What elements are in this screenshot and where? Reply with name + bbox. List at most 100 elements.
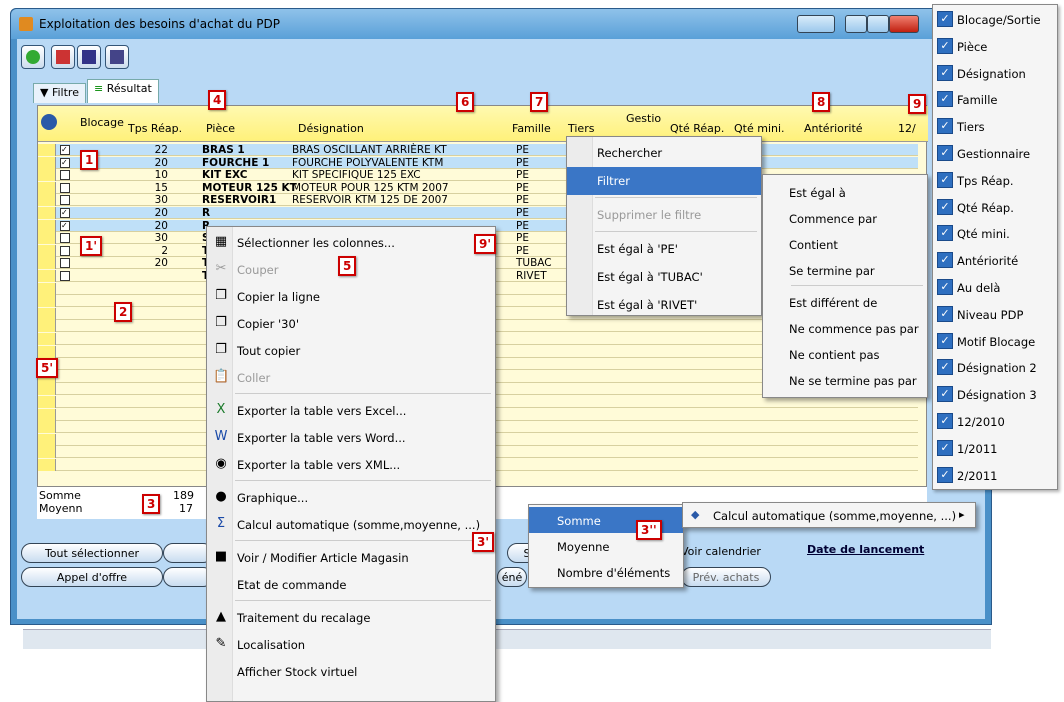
gene-button[interactable]: éné [497,567,527,587]
ok-icon[interactable] [21,45,45,69]
header-blocage[interactable]: Blocage [80,116,124,129]
row-selector[interactable] [38,433,56,446]
ctx-item-4[interactable]: ❐ Tout copier [207,337,495,364]
ctx-item-6[interactable]: X Exporter la table vers Excel... [207,397,495,424]
tout-selectionner-button[interactable]: Tout sélectionner [21,543,163,563]
header-menu-item-2[interactable]: Supprimer le filtre [567,201,761,229]
blocage-checkbox[interactable]: ✓ [60,157,70,168]
tab-filtre[interactable]: ▼ Filtre [33,83,86,103]
column-option[interactable]: ✓ Qté Réap. [933,195,1057,222]
blocage-checkbox[interactable] [60,233,70,244]
filter-item-5[interactable]: Ne commence pas par [763,315,927,341]
ctx-item-2[interactable]: ❐ Copier la ligne [207,283,495,310]
column-option[interactable]: ✓ Antériorité [933,248,1057,275]
ctx-item-13[interactable]: ▲ Traitement du recalage [207,604,495,631]
blocage-checkbox[interactable] [60,195,70,206]
column-chooser-icon[interactable] [41,114,57,130]
row-selector[interactable] [38,408,56,421]
header-period[interactable]: 12/ [898,122,916,135]
row-selector[interactable] [38,446,56,459]
print-icon[interactable] [105,45,129,69]
row-selector[interactable] [38,307,56,320]
header-tiers[interactable]: Tiers [568,122,594,135]
column-option[interactable]: ✓ 12/2010 [933,409,1057,436]
row-selector[interactable] [38,396,56,408]
row-selector[interactable] [38,383,56,396]
blocage-checkbox[interactable] [60,271,70,281]
blocage-checkbox[interactable] [60,245,70,256]
ctx-item-10[interactable]: Σ Calcul automatique (somme,moyenne, ...) [207,511,495,538]
header-menu-item-1[interactable]: Filtrer [567,167,761,195]
row-selector[interactable] [38,320,56,333]
header-menu-item-0[interactable]: Rechercher [567,139,761,167]
blocage-checkbox[interactable]: ✓ [60,208,70,218]
minimize-button[interactable] [845,15,867,33]
column-option[interactable]: ✓ Famille [933,87,1057,114]
ctx-item-8[interactable]: ◉ Exporter la table vers XML... [207,451,495,478]
row-selector[interactable] [38,282,56,295]
row-selector[interactable] [38,257,56,270]
header-designation[interactable]: Désignation [298,122,364,135]
filter-item-1[interactable]: Commence par [763,205,927,231]
ctx-item-12[interactable]: Etat de commande [207,571,495,598]
tab-resultat[interactable]: ≡ Résultat [87,79,159,103]
row-selector[interactable] [38,333,56,345]
column-option[interactable]: ✓ 1/2011 [933,436,1057,463]
header-menu-item-3[interactable]: Est égal à 'PE' [567,235,761,263]
row-selector[interactable] [38,244,56,257]
prev-achats-button[interactable]: Prév. achats [681,567,771,587]
blocage-checkbox[interactable] [60,170,70,181]
column-option[interactable]: ✓ Tps Réap. [933,168,1057,195]
row-selector[interactable] [38,459,56,471]
row-selector[interactable] [38,219,56,232]
new-icon[interactable] [51,45,75,69]
ctx-item-3[interactable]: ❐ Copier '30' [207,310,495,337]
row-selector[interactable] [38,270,56,282]
maximize-button[interactable] [867,15,889,33]
ctx-item-7[interactable]: W Exporter la table vers Word... [207,424,495,451]
column-option[interactable]: ✓ 2/2011 [933,463,1057,490]
row-selector[interactable] [38,169,56,182]
close-button[interactable] [889,15,919,33]
blocage-checkbox[interactable] [60,258,70,269]
column-option[interactable]: ✓ Motif Blocage [933,329,1057,356]
ctx-item-14[interactable]: ✎ Localisation [207,631,495,658]
ctx-item-9[interactable]: ● Graphique... [207,484,495,511]
header-famille[interactable]: Famille [512,122,551,135]
row-selector[interactable] [38,421,56,434]
row-selector[interactable] [38,194,56,207]
header-tps[interactable]: Tps Réap. [128,122,182,135]
blocage-checkbox[interactable]: ✓ [60,145,70,155]
column-option[interactable]: ✓ Qté mini. [933,221,1057,248]
header-anteriorite[interactable]: Antériorité [804,122,863,135]
filter-item-3[interactable]: Se termine par [763,257,927,283]
row-selector[interactable] [38,156,56,169]
header-menu-item-5[interactable]: Est égal à 'RIVET' [567,291,761,319]
header-gestio[interactable]: Gestio [626,112,661,125]
header-menu-item-4[interactable]: Est égal à 'TUBAC' [567,263,761,291]
ctx-item-0[interactable]: ▦ Sélectionner les colonnes... [207,229,495,256]
appel-offre-button[interactable]: Appel d'offre [21,567,163,587]
filter-item-6[interactable]: Ne contient pas [763,341,927,367]
column-option[interactable]: ✓ Gestionnaire [933,141,1057,168]
column-option[interactable]: ✓ Niveau PDP [933,302,1057,329]
column-option[interactable]: ✓ Désignation 3 [933,382,1057,409]
row-selector[interactable] [38,295,56,308]
column-option[interactable]: ✓ Désignation 2 [933,355,1057,382]
voir-calendrier-button[interactable]: Voir calendrier [681,545,761,558]
date-lancement-link[interactable]: Date de lancement [807,543,924,556]
row-selector[interactable] [38,345,56,358]
column-option[interactable]: ✓ Tiers [933,114,1057,141]
ctx-item-5[interactable]: 📋 Coller [207,364,495,391]
ctx-item-15[interactable]: Afficher Stock virtuel [207,658,495,685]
row-selector[interactable] [38,207,56,219]
column-option[interactable]: ✓ Au delà [933,275,1057,302]
row-selector[interactable] [38,232,56,245]
ctx-item-11[interactable]: ■ Voir / Modifier Article Magasin [207,544,495,571]
exit-icon[interactable] [77,45,101,69]
header-qte-reap[interactable]: Qté Réap. [670,122,724,135]
blocage-checkbox[interactable] [60,182,70,193]
column-option[interactable]: ✓ Pièce [933,34,1057,61]
header-piece[interactable]: Pièce [206,122,235,135]
calc-item-2[interactable]: Nombre d'éléments [529,559,683,585]
